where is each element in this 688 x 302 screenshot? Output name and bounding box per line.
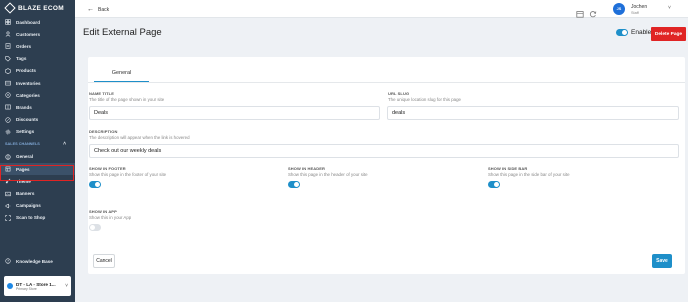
cancel-button[interactable]: Cancel [93,254,115,268]
sidebar-item-categories[interactable]: Categories [0,89,75,101]
save-button[interactable]: Save [652,254,672,268]
store-sub: Primary Store [16,286,37,291]
store-selector[interactable]: DT - LA - Store 1... Primary Store ˅ [4,276,71,296]
store-name: DT - LA - Store 1... [16,281,56,287]
name-title-input[interactable]: Deals [89,106,380,120]
sales-channels-header[interactable]: SALES CHANNELS ˄ [0,138,75,151]
user-role: Staff [631,11,639,15]
arrow-left-icon: ← [87,6,94,13]
store-icon [7,283,13,289]
sidebar-item-knowledge-base[interactable]: Knowledge Base [0,255,75,267]
show-in-header-hint: Show this page in the header of your sit… [288,172,368,177]
section-label: SALES CHANNELS [5,142,40,147]
sidebar-item-orders[interactable]: Orders [0,40,75,52]
highlight-annotation [0,165,74,181]
refresh-icon[interactable] [589,5,597,18]
show-in-app-label: SHOW IN APP [89,209,117,214]
campaign-icon [5,203,11,209]
inventory-icon [5,80,11,86]
sidebar-item-settings[interactable]: Settings [0,126,75,138]
sidebar-item-label: Knowledge Base [16,258,53,264]
sidebar-item-brands[interactable]: Brands [0,101,75,113]
banner-icon [5,191,11,197]
users-icon [5,31,11,37]
sidebar-item-label: Tags [16,56,27,62]
sidebar-item-discounts[interactable]: Discounts [0,114,75,126]
sidebar-item-campaigns[interactable]: Campaigns [0,200,75,212]
sidebar: BLAZE ECOM Dashboard Customers Orders Ta… [0,0,75,302]
tab-general[interactable]: General [94,64,149,82]
user-name[interactable]: Jochen [631,4,647,10]
sidebar-item-dashboard[interactable]: Dashboard [0,16,75,28]
category-icon [5,92,11,98]
sidebar-item-banners[interactable]: Banners [0,187,75,199]
show-in-side-bar-toggle[interactable] [488,181,500,188]
help-icon [5,258,11,264]
enabled-toggle-group[interactable]: Enabled [616,29,655,36]
brand-logo[interactable]: BLAZE ECOM [0,0,75,16]
sidebar-item-customers[interactable]: Customers [0,28,75,40]
show-in-header-toggle[interactable] [288,181,300,188]
sidebar-item-scan-to-shop[interactable]: Scan to Shop [0,212,75,224]
dashboard-icon [5,19,11,25]
calendar-icon[interactable] [576,5,584,18]
chevron-down-icon: ˅ [65,283,68,289]
description-label: DESCRIPTION [89,129,118,134]
brand-name: BLAZE ECOM [18,4,64,12]
show-in-header-label: SHOW IN HEADER [288,166,325,171]
chevron-down-icon[interactable]: ˅ [668,5,671,11]
discount-icon [5,117,11,123]
tag-icon [5,55,11,62]
back-label: Back [98,6,110,13]
url-slug-hint: The unique location slug for this page [388,97,461,102]
gear-icon [5,129,11,135]
sidebar-item-label: Banners [16,191,35,197]
sidebar-item-label: Categories [16,92,40,98]
page-title: Edit External Page [83,27,162,38]
sidebar-item-label: Orders [16,43,32,49]
delete-page-button[interactable]: Delete Page [651,27,686,41]
back-button[interactable]: ← Back [87,6,109,13]
sidebar-item-tags[interactable]: Tags [0,53,75,65]
chevron-up-icon: ˄ [63,141,66,148]
sidebar-item-label: Dashboard [16,19,40,25]
sidebar-item-label: Settings [16,129,35,135]
sidebar-item-label: General [16,154,34,160]
enabled-toggle[interactable] [616,29,628,36]
name-title-label: NAME TITLE [89,91,114,96]
sidebar-item-label: Scan to Shop [16,215,46,221]
sidebar-item-label: Campaigns [16,203,41,209]
show-in-app-hint: Show this in your App [89,215,132,220]
show-in-footer-hint: Show this page in the footer of your sit… [89,172,167,177]
sidebar-item-label: Customers [16,31,40,37]
top-bar: ← Back JS Jochen Staff ˅ [75,0,688,18]
globe-icon [5,154,11,160]
brand-icon [5,104,11,110]
show-in-footer-toggle[interactable] [89,181,101,188]
show-in-footer-label: SHOW IN FOOTER [89,166,126,171]
box-icon [5,68,11,74]
scan-icon [5,215,11,221]
logo-icon [4,2,16,14]
show-in-app-toggle[interactable] [89,224,101,231]
divider [88,82,685,83]
avatar[interactable]: JS [613,3,625,15]
sidebar-item-inventories[interactable]: Inventories [0,77,75,89]
sidebar-item-label: Brands [16,104,32,110]
sidebar-item-label: Products [16,68,36,74]
show-in-side-bar-label: SHOW IN SIDE BAR [488,166,528,171]
show-in-side-bar-hint: Show this page in the side bar of your s… [488,172,570,177]
sidebar-item-products[interactable]: Products [0,65,75,77]
name-title-hint: The title of the page shown in your site [89,97,165,102]
sidebar-item-label: Inventories [16,80,41,86]
url-slug-input[interactable]: deals [387,106,679,120]
sidebar-item-label: Discounts [16,117,39,123]
sidebar-item-general[interactable]: General [0,151,75,163]
form-card: General NAME TITLE The title of the page… [88,57,685,274]
orders-icon [5,43,11,50]
description-hint: The description will appear when the lin… [89,135,190,140]
url-slug-label: URL SLUG [388,91,410,96]
description-input[interactable]: Check out our weekly deals [89,144,679,158]
